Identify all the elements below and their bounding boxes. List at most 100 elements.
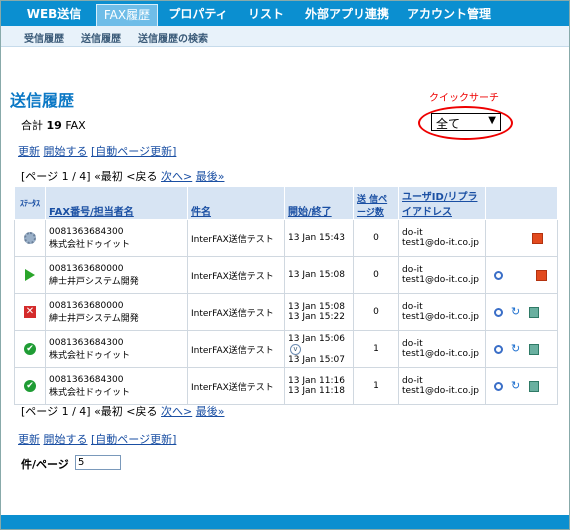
cancel-icon[interactable] — [532, 232, 543, 244]
start-link[interactable]: 開始する — [44, 433, 88, 446]
col-status: ｽﾃｰﾀｽ — [14, 186, 46, 220]
tab-fax-history[interactable]: FAX履歴 — [96, 4, 158, 26]
view-icon[interactable] — [494, 381, 503, 391]
total-prefix: 合計 — [21, 119, 43, 132]
col-startend-label[interactable]: 開始/終了 — [288, 207, 332, 218]
pager-prev: <戻る — [126, 405, 158, 418]
tab-properties[interactable]: プロパティ — [166, 5, 230, 24]
fax-cell: 0081363684300 株式会社ドゥイット — [45, 330, 188, 368]
view-icon[interactable] — [494, 270, 503, 280]
status-cell — [14, 219, 46, 257]
view-icon[interactable] — [494, 307, 503, 317]
cancel-icon[interactable] — [536, 269, 547, 281]
expand-icon[interactable]: v — [290, 343, 301, 355]
user-id: do-it — [402, 265, 423, 275]
refresh-link[interactable]: 更新 — [18, 145, 40, 158]
contact-name: 株式会社ドゥイット — [49, 350, 131, 361]
end-time: 13 Jan 15:07 — [288, 354, 345, 365]
auto-refresh-link[interactable]: [自動ページ更新] — [91, 145, 176, 158]
tab-account[interactable]: アカウント管理 — [404, 5, 494, 24]
user-id: do-it — [402, 376, 423, 386]
fax-cell: 0081363680000 紳士井戸システム開発 — [45, 256, 188, 294]
view-icon[interactable] — [494, 344, 503, 354]
end-time: 13 Jan 11:18 — [288, 386, 345, 396]
actions-cell: ↻ — [485, 330, 558, 368]
contact-name: 株式会社ドゥイット — [49, 387, 131, 398]
col-user-label[interactable]: ユーザID/リプライアドレス — [402, 192, 477, 218]
table-row: ✕ 0081363680000 紳士井戸システム開発 InterFAX送信テスト … — [14, 293, 558, 331]
play-icon — [25, 269, 35, 281]
table-row: 0081363684300 株式会社ドゥイット InterFAX送信テスト 13 … — [14, 219, 558, 257]
start-time: 13 Jan 11:16 — [288, 376, 345, 386]
subject-cell: InterFAX送信テスト — [187, 367, 285, 405]
fax-number: 0081363684300 — [49, 226, 124, 237]
tab-list[interactable]: リスト — [243, 5, 289, 24]
user-cell: do-it test1@do-it.co.jp — [398, 367, 486, 405]
subnav-sent[interactable]: 送信履歴 — [81, 30, 121, 45]
table-row: ✔ 0081363684300 株式会社ドゥイット InterFAX送信テスト 1… — [14, 367, 558, 405]
user-cell: do-it test1@do-it.co.jp — [398, 330, 486, 368]
start-link[interactable]: 開始する — [44, 145, 88, 158]
reply-email: test1@do-it.co.jp — [402, 312, 479, 322]
tab-external-apps[interactable]: 外部アプリ連携 — [301, 5, 393, 24]
pages-cell: 0 — [353, 219, 399, 257]
total-count: 合計 19 FAX — [21, 117, 86, 133]
user-cell: do-it test1@do-it.co.jp — [398, 219, 486, 257]
pager-top: [ページ 1 / 4] «最初 <戻る 次へ> 最後» — [21, 168, 224, 184]
subnav-received[interactable]: 受信履歴 — [24, 30, 64, 45]
pager-next[interactable]: 次へ> — [161, 170, 192, 183]
gear-icon — [24, 232, 36, 244]
subject-cell: InterFAX送信テスト — [187, 293, 285, 331]
col-startend[interactable]: 開始/終了 — [284, 186, 354, 220]
contact-name: 紳士井戸システム開発 — [49, 276, 139, 287]
col-user[interactable]: ユーザID/リプライアドレス — [398, 186, 486, 220]
reply-email: test1@do-it.co.jp — [402, 238, 479, 248]
pager-last[interactable]: 最後» — [196, 170, 225, 183]
col-subject-label[interactable]: 件名 — [191, 207, 211, 218]
subject-cell: InterFAX送信テスト — [187, 256, 285, 294]
total-suffix: FAX — [65, 119, 86, 132]
history-table: ｽﾃｰﾀｽ FAX番号/担当者名 件名 開始/終了 送 信ページ数 ユーザID/… — [14, 186, 558, 405]
pages-cell: 1 — [353, 330, 399, 368]
reply-email: test1@do-it.co.jp — [402, 349, 479, 359]
user-id: do-it — [402, 339, 423, 349]
fax-number: 0081363684300 — [49, 374, 124, 385]
auto-refresh-link[interactable]: [自動ページ更新] — [91, 433, 176, 446]
resend-icon[interactable]: ↻ — [511, 306, 523, 317]
col-subject[interactable]: 件名 — [187, 186, 285, 220]
resend-icon[interactable]: ↻ — [511, 343, 523, 354]
col-fax[interactable]: FAX番号/担当者名 — [45, 186, 188, 220]
refresh-link[interactable]: 更新 — [18, 433, 40, 446]
pager-next[interactable]: 次へ> — [161, 405, 192, 418]
per-page-label: 件/ページ — [21, 458, 69, 471]
fax-cell: 0081363684300 株式会社ドゥイット — [45, 219, 188, 257]
col-pages-label[interactable]: 送 信ページ数 — [357, 195, 387, 218]
time-cell: 13 Jan 15:43 — [284, 219, 354, 257]
col-pages[interactable]: 送 信ページ数 — [353, 186, 399, 220]
user-id: do-it — [402, 228, 423, 238]
time-cell: 13 Jan 11:16 13 Jan 11:18 — [284, 367, 354, 405]
success-icon: ✔ — [24, 343, 36, 355]
fax-cell: 0081363684300 株式会社ドゥイット — [45, 367, 188, 405]
status-cell: ✔ — [14, 367, 46, 405]
delete-icon[interactable] — [529, 380, 539, 392]
resend-icon[interactable]: ↻ — [511, 380, 523, 391]
pager-info: [ページ 1 / 4] — [21, 405, 91, 418]
pager-info: [ページ 1 / 4] — [21, 170, 91, 183]
page-title: 送信履歴 — [10, 91, 75, 110]
end-time: 13 Jan 15:22 — [288, 312, 345, 322]
tab-web-send[interactable]: WEB送信 — [23, 5, 85, 24]
start-time: 13 Jan 15:08 — [288, 302, 345, 312]
delete-icon[interactable] — [529, 306, 539, 318]
per-page-input[interactable]: 5 — [75, 455, 121, 470]
actions-cell — [485, 256, 558, 294]
pager-last[interactable]: 最後» — [196, 405, 225, 418]
subnav-search-sent[interactable]: 送信履歴の検索 — [138, 30, 208, 45]
start-time: 13 Jan 15:43 — [288, 233, 345, 243]
fax-cell: 0081363680000 紳士井戸システム開発 — [45, 293, 188, 331]
col-fax-label[interactable]: FAX番号/担当者名 — [49, 207, 134, 218]
fax-number: 0081363684300 — [49, 337, 124, 348]
sub-nav: 受信履歴 送信履歴 送信履歴の検索 — [1, 26, 569, 47]
delete-icon[interactable] — [529, 343, 539, 355]
quick-search-select[interactable]: 全て ▼ — [431, 113, 501, 131]
